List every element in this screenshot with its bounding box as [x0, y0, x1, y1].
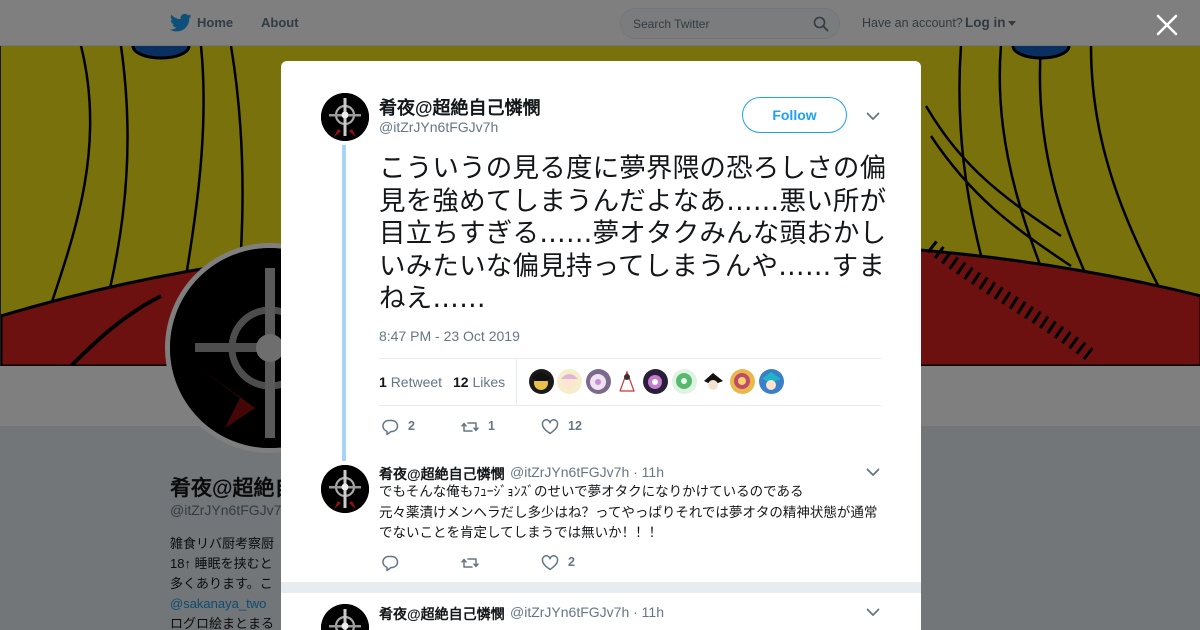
like-stat-label: Likes	[472, 374, 506, 390]
liker-avatar-image	[762, 372, 781, 390]
liker-avatar[interactable]	[529, 369, 554, 394]
reply-separator	[281, 582, 921, 593]
reply-author-name[interactable]: 肴夜@超絶自己憐憫	[379, 464, 505, 484]
like-action-count: 12	[568, 419, 582, 433]
liker-avatar-image	[532, 372, 551, 390]
liker-avatar[interactable]	[586, 369, 611, 394]
liker-avatar-image	[734, 373, 750, 389]
liker-avatar-image	[590, 374, 606, 390]
retweet-count: 1	[379, 374, 387, 390]
close-icon[interactable]	[1154, 12, 1180, 38]
liker-avatar-image	[619, 370, 635, 392]
liker-avatar[interactable]	[557, 369, 582, 394]
reply-author-avatar[interactable]	[321, 604, 369, 630]
retweet-stat-label: Retweet	[390, 374, 443, 390]
author-avatar[interactable]	[321, 93, 369, 141]
reply-icon	[382, 419, 399, 436]
chevron-down-icon[interactable]	[866, 112, 880, 121]
reply-author-name[interactable]: 肴夜@超絶自己憐憫	[379, 604, 505, 624]
stats-divider	[516, 359, 517, 405]
like-stat[interactable]: 12 Likes	[453, 374, 505, 390]
liker-avatar[interactable]	[701, 369, 726, 394]
reply-count: 2	[408, 419, 415, 433]
follow-button[interactable]: Follow	[742, 97, 847, 133]
tweet-timestamp[interactable]: 8:47 PM - 23 Oct 2019	[379, 328, 520, 344]
avatar-emblem-icon	[321, 604, 369, 630]
heart-icon	[541, 419, 559, 435]
retweet-icon	[461, 422, 479, 432]
liker-avatar[interactable]	[759, 369, 784, 394]
tweet-text: こういうの見る度に夢界隈の恐ろしさの偏見を強めてしまうんだよなあ……悪い所が目立…	[379, 153, 887, 314]
reply-text: でもそんな俺もﾌｭｰｼﾞｮﾝｽﾞのせいで夢オタクになりかけているのである 元々薬…	[379, 484, 878, 541]
reply-meta[interactable]: @itZrJYn6tFGJv7h · 11h	[510, 464, 664, 480]
retweet-stat[interactable]: 1 Retweet	[379, 374, 442, 390]
avatar-emblem-icon	[321, 465, 369, 513]
liker-avatar[interactable]	[643, 369, 668, 394]
tweet-modal: 肴夜@超絶自己憐憫 @itZrJYn6tFGJv7h Follow こういうの見…	[281, 61, 921, 630]
author-name[interactable]: 肴夜@超絶自己憐憫	[379, 94, 541, 120]
retweet-icon	[461, 558, 479, 568]
liker-avatar-image	[704, 373, 723, 390]
thread-connector-line	[342, 145, 346, 461]
like-count: 12	[453, 374, 469, 390]
liker-avatar[interactable]	[615, 369, 640, 394]
reply-icon	[382, 555, 399, 572]
like-action-count: 2	[568, 555, 575, 569]
liker-avatar-image	[648, 375, 662, 389]
liker-avatar[interactable]	[730, 369, 755, 394]
reply-author-avatar[interactable]	[321, 465, 369, 513]
liker-avatar[interactable]	[672, 369, 697, 394]
liker-avatar-image	[561, 374, 578, 389]
reply-meta[interactable]: @itZrJYn6tFGJv7h · 11h	[510, 604, 664, 620]
heart-icon	[541, 555, 559, 571]
avatar-emblem-icon	[321, 93, 369, 141]
chevron-down-icon[interactable]	[866, 468, 880, 477]
tweet-stats: 1 Retweet 12 Likes	[379, 358, 881, 406]
liker-avatar-image	[676, 373, 692, 389]
author-handle[interactable]: @itZrJYn6tFGJv7h	[379, 119, 498, 135]
chevron-down-icon[interactable]	[866, 608, 880, 617]
retweet-action-count: 1	[488, 419, 495, 433]
